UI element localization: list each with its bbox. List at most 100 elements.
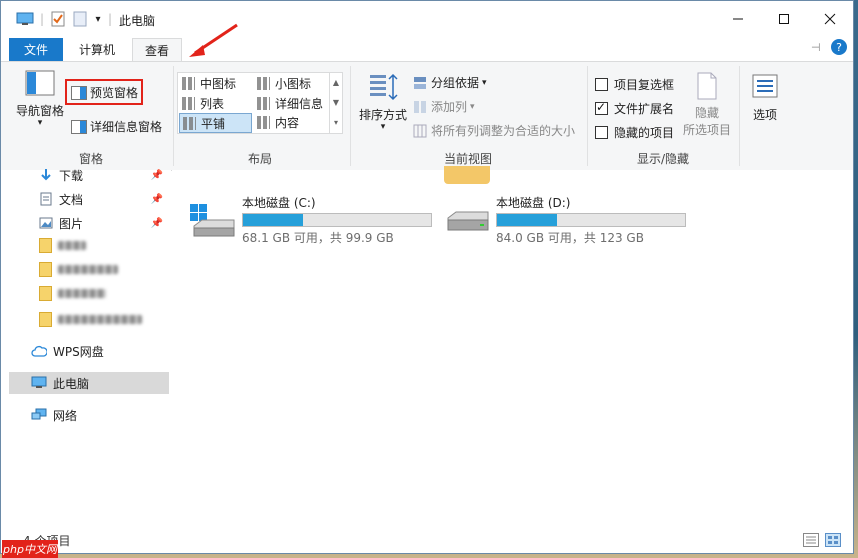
navigation-pane-icon	[25, 70, 55, 96]
tab-file[interactable]: 文件	[9, 38, 63, 61]
drive-c-tile[interactable]: 本地磁盘 (C:) 68.1 GB 可用，共 99.9 GB	[190, 192, 440, 245]
maximize-button[interactable]	[761, 1, 807, 37]
close-button[interactable]	[807, 1, 853, 37]
item-checkboxes-checkbox[interactable]	[595, 78, 608, 91]
size-columns-icon	[413, 124, 427, 137]
nav-item-folder-blurred-4[interactable]	[9, 308, 169, 330]
annotation-highlight-box	[65, 79, 143, 105]
options-icon	[752, 74, 778, 98]
layout-list[interactable]: 列表	[179, 94, 253, 112]
hidden-items-checkbox[interactable]	[595, 126, 608, 139]
nav-item-label: 下载	[59, 168, 84, 183]
nav-item-folder-blurred-2[interactable]	[9, 258, 169, 280]
hide-selected-button[interactable]: 隐藏 所选项目	[680, 72, 734, 138]
layout-option-label: 中图标	[200, 76, 237, 91]
nav-item-folder-blurred-3[interactable]	[9, 282, 169, 304]
layout-tiles[interactable]: 平铺	[179, 113, 252, 133]
hide-selected-label-1: 隐藏	[694, 106, 719, 120]
tab-view[interactable]: 查看	[132, 38, 182, 62]
picture-icon	[39, 217, 53, 229]
file-extensions-toggle[interactable]: 文件扩展名	[595, 100, 674, 117]
item-checkboxes-toggle[interactable]: 项目复选框	[595, 76, 674, 93]
nav-item-documents[interactable]: 文档 📌	[9, 188, 169, 210]
chevron-down-icon: ▾	[482, 77, 487, 88]
quick-access-dropdown-icon[interactable]: ▾	[91, 10, 105, 28]
options-button[interactable]: 选项	[747, 74, 783, 123]
large-icons-view-icon[interactable]	[825, 533, 841, 550]
new-folder-icon[interactable]	[71, 10, 89, 28]
layout-option-label: 内容	[275, 115, 300, 130]
pin-ribbon-icon[interactable]: ⊣	[811, 41, 821, 54]
layout-small-icons[interactable]: 小图标	[254, 74, 328, 92]
title-divider: |	[39, 12, 45, 26]
details-pane-label: 详细信息窗格	[90, 120, 163, 134]
tiles-icon	[183, 116, 196, 130]
nav-item-wps-drive[interactable]: WPS网盘	[9, 340, 169, 362]
tab-computer[interactable]: 计算机	[71, 38, 123, 61]
layout-content[interactable]: 内容	[254, 113, 328, 131]
drive-usage-fill	[243, 214, 303, 226]
pin-icon[interactable]: 📌	[151, 194, 163, 205]
cloud-icon	[31, 345, 47, 357]
nav-item-downloads[interactable]: 下载 📌	[9, 164, 169, 186]
layout-option-label: 详细信息	[275, 96, 324, 111]
details-pane-button[interactable]: 详细信息窗格	[71, 118, 162, 135]
drive-usage-bar	[242, 213, 432, 227]
minimize-button[interactable]	[715, 1, 761, 37]
details-icon	[257, 96, 270, 110]
ribbon-tabs: 文件 计算机 查看 ⊣ ?	[1, 23, 853, 62]
title-divider-2: |	[107, 12, 113, 26]
blurred-label	[58, 314, 142, 324]
small-icons-icon	[257, 76, 270, 90]
list-icon	[182, 96, 195, 110]
download-arrow-icon	[41, 169, 51, 181]
folder-icon	[39, 237, 52, 253]
document-icon	[40, 192, 52, 206]
nav-item-folder-blurred-1[interactable]	[9, 234, 169, 256]
nav-item-pictures[interactable]: 图片 📌	[9, 212, 169, 234]
help-icon[interactable]: ?	[831, 39, 847, 55]
layout-details[interactable]: 详细信息	[254, 94, 328, 112]
content-icon	[257, 115, 270, 129]
folder-thumbnail-partial[interactable]	[444, 166, 490, 184]
chevron-down-icon: ▾	[380, 122, 386, 132]
chevron-down-icon: ▾	[470, 101, 475, 112]
file-extensions-checkbox[interactable]	[595, 100, 608, 115]
details-view-icon[interactable]	[803, 533, 819, 550]
navigation-pane-label: 导航窗格	[15, 104, 64, 118]
properties-icon[interactable]	[49, 10, 67, 28]
pin-icon[interactable]: 📌	[151, 170, 163, 181]
status-bar: 4 个项目	[1, 529, 853, 553]
content-pane: 本地磁盘 (C:) 68.1 GB 可用，共 99.9 GB 本地磁盘 (D:)…	[172, 166, 853, 528]
group-by-label: 分组依据	[431, 76, 480, 90]
add-columns-label: 添加列	[431, 100, 468, 114]
layout-option-label: 平铺	[201, 116, 226, 131]
options-label: 选项	[752, 108, 777, 122]
add-columns-icon	[414, 100, 426, 113]
nav-item-this-pc[interactable]: 此电脑	[9, 372, 169, 394]
details-pane-icon	[71, 119, 87, 134]
annotation-arrow-icon	[187, 23, 241, 64]
sort-by-button[interactable]: 排序方式 ▾	[357, 72, 409, 132]
drive-d-tile[interactable]: 本地磁盘 (D:) 84.0 GB 可用，共 123 GB	[444, 192, 694, 245]
layout-option-label: 小图标	[275, 76, 312, 91]
nav-item-label: 网络	[53, 408, 78, 423]
pin-icon[interactable]: 📌	[151, 218, 163, 229]
layout-medium-icons[interactable]: 中图标	[179, 74, 253, 92]
group-by-button[interactable]: 分组依据 ▾	[413, 74, 487, 91]
blurred-label	[58, 240, 86, 250]
hidden-items-toggle[interactable]: 隐藏的项目	[595, 124, 674, 141]
layout-scroll-arrows[interactable]: ▲ ▼ ▾	[329, 73, 342, 133]
group-separator	[587, 66, 588, 166]
computer-icon	[15, 10, 35, 28]
hidden-items-label: 隐藏的项目	[614, 126, 675, 140]
nav-item-network[interactable]: 网络	[9, 404, 169, 426]
size-columns-button[interactable]: 将所有列调整为合适的大小	[413, 122, 575, 139]
nav-item-label: WPS网盘	[53, 344, 104, 359]
sort-by-icon	[370, 73, 398, 101]
hard-drive-icon	[447, 211, 489, 231]
navigation-pane-button[interactable]: 导航窗格 ▾	[15, 70, 65, 128]
folder-icon	[39, 261, 52, 277]
add-columns-button[interactable]: 添加列 ▾	[413, 98, 475, 115]
title-bar: | ▾ | 此电脑	[1, 1, 853, 37]
